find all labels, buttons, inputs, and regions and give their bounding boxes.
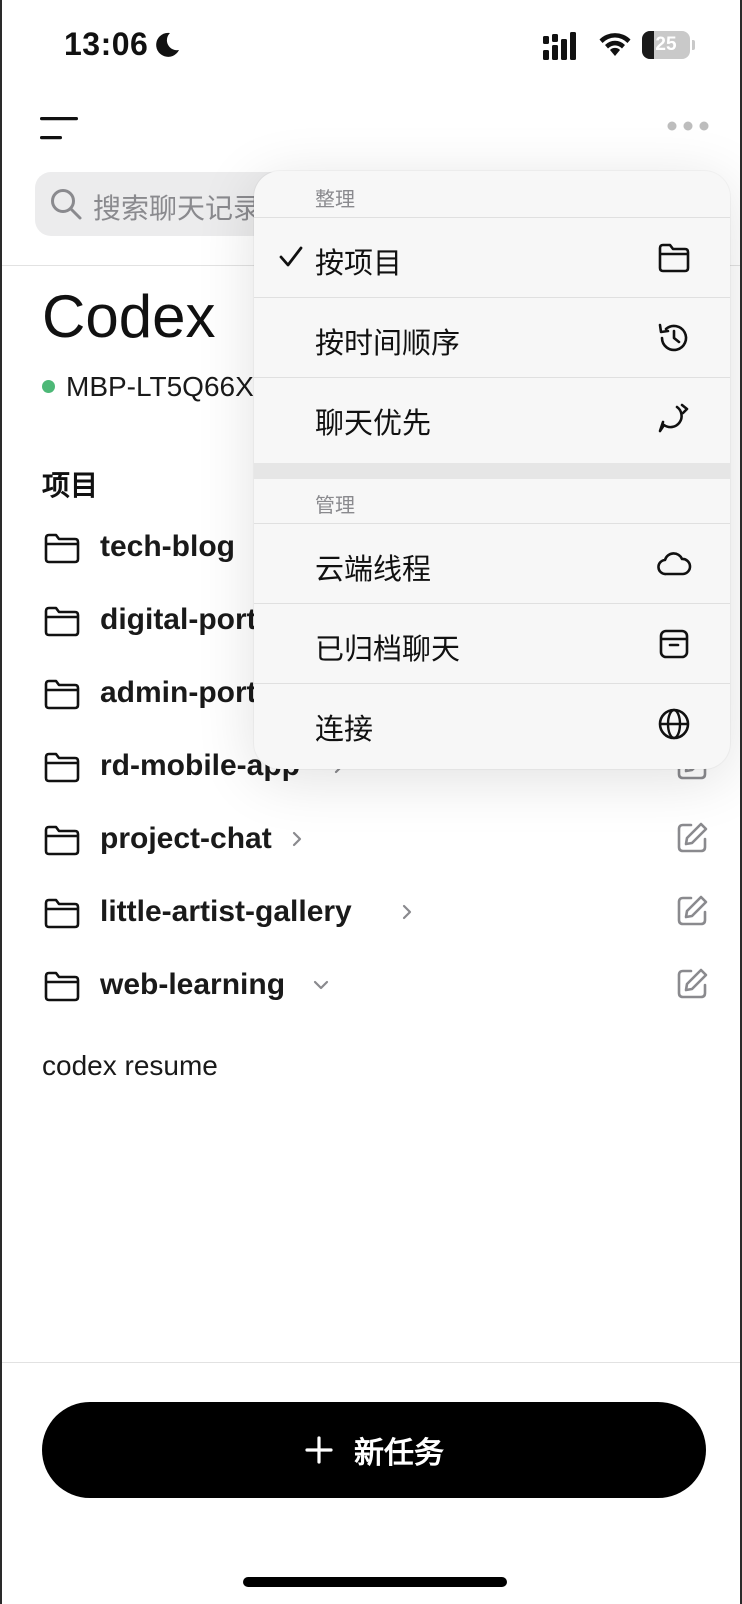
project-row[interactable]: project-chat	[42, 812, 712, 868]
project-row[interactable]: little-artist-gallery	[42, 885, 712, 941]
new-task-label: 新任务	[354, 1437, 444, 1470]
home-indicator[interactable]	[243, 1577, 507, 1587]
app-screen: 13:06 25 搜索聊天记录 Codex MBP-LT5Q66X 项目 tec…	[0, 0, 742, 1604]
search-icon	[51, 189, 82, 220]
chat-refresh-icon	[658, 403, 689, 433]
project-name: web-learning	[100, 968, 286, 1001]
new-task-button[interactable]: 新任务	[42, 1402, 706, 1498]
menu-label-connect: 连接	[315, 714, 374, 746]
bottom-divider	[2, 1362, 740, 1363]
globe-icon	[658, 708, 690, 740]
moon-icon	[156, 32, 179, 57]
menu-item-archived-chats[interactable]: 已归档聊天	[254, 603, 730, 683]
chevron-right-icon[interactable]	[396, 901, 418, 923]
chevron-down-icon[interactable]	[310, 974, 332, 996]
folder-icon	[44, 971, 80, 1002]
device-name: MBP-LT5Q66X	[66, 371, 254, 402]
wifi-icon	[599, 33, 631, 56]
battery-level: 25	[655, 34, 677, 55]
menu-label-chronological: 按时间顺序	[315, 328, 461, 360]
history-icon	[658, 323, 688, 352]
search-placeholder: 搜索聊天记录	[93, 193, 262, 224]
project-name: tech-blog	[100, 530, 235, 563]
edit-icon[interactable]	[674, 966, 710, 1002]
menu-label-cloud-threads: 云端线程	[315, 554, 432, 586]
cellular-signal-icon	[543, 32, 576, 60]
menu-item-by-project[interactable]: 按项目	[254, 217, 730, 297]
online-status-dot	[42, 380, 55, 393]
status-bar: 13:06 25	[2, 0, 740, 92]
menu-item-cloud-threads[interactable]: 云端线程	[254, 523, 730, 603]
checkmark-icon	[279, 246, 303, 267]
resume-text: codex resume	[42, 1050, 218, 1081]
projects-section-title: 项目	[42, 470, 99, 501]
edit-icon[interactable]	[674, 893, 710, 929]
folder-icon	[44, 533, 80, 564]
menu-label-chat-first: 聊天优先	[315, 408, 432, 440]
sidebar-menu-icon[interactable]	[40, 115, 80, 141]
cloud-icon	[657, 552, 692, 576]
folder-icon	[658, 243, 690, 273]
folder-icon	[44, 752, 80, 783]
menu-label-by-project: 按项目	[315, 248, 403, 280]
organize-dropdown-menu: 整理 按项目 按时间顺序 聊天优先 管理 云端线程 已归档聊天 连接	[254, 171, 730, 769]
manage-group-title: 管理	[315, 495, 355, 517]
folder-icon	[44, 606, 80, 637]
chevron-right-icon[interactable]	[286, 828, 308, 850]
battery-icon: 25	[642, 31, 695, 59]
project-row[interactable]: web-learning	[42, 958, 712, 1014]
folder-icon	[44, 825, 80, 856]
menu-item-connect[interactable]: 连接	[254, 683, 730, 763]
menu-group-separator	[254, 463, 730, 479]
menu-label-archived-chats: 已归档聊天	[315, 634, 461, 666]
menu-item-chat-first[interactable]: 聊天优先	[254, 377, 730, 457]
menu-item-chronological[interactable]: 按时间顺序	[254, 297, 730, 377]
status-time: 13:06	[64, 26, 149, 62]
more-options-icon[interactable]	[667, 120, 709, 132]
project-name: little-artist-gallery	[100, 895, 352, 928]
plus-icon	[305, 1436, 333, 1464]
edit-icon[interactable]	[674, 820, 710, 856]
page-title: Codex	[42, 283, 216, 350]
project-name: project-chat	[100, 822, 272, 855]
archive-icon	[659, 629, 689, 659]
folder-icon	[44, 679, 80, 710]
folder-icon	[44, 898, 80, 929]
organize-group-title: 整理	[315, 189, 355, 211]
